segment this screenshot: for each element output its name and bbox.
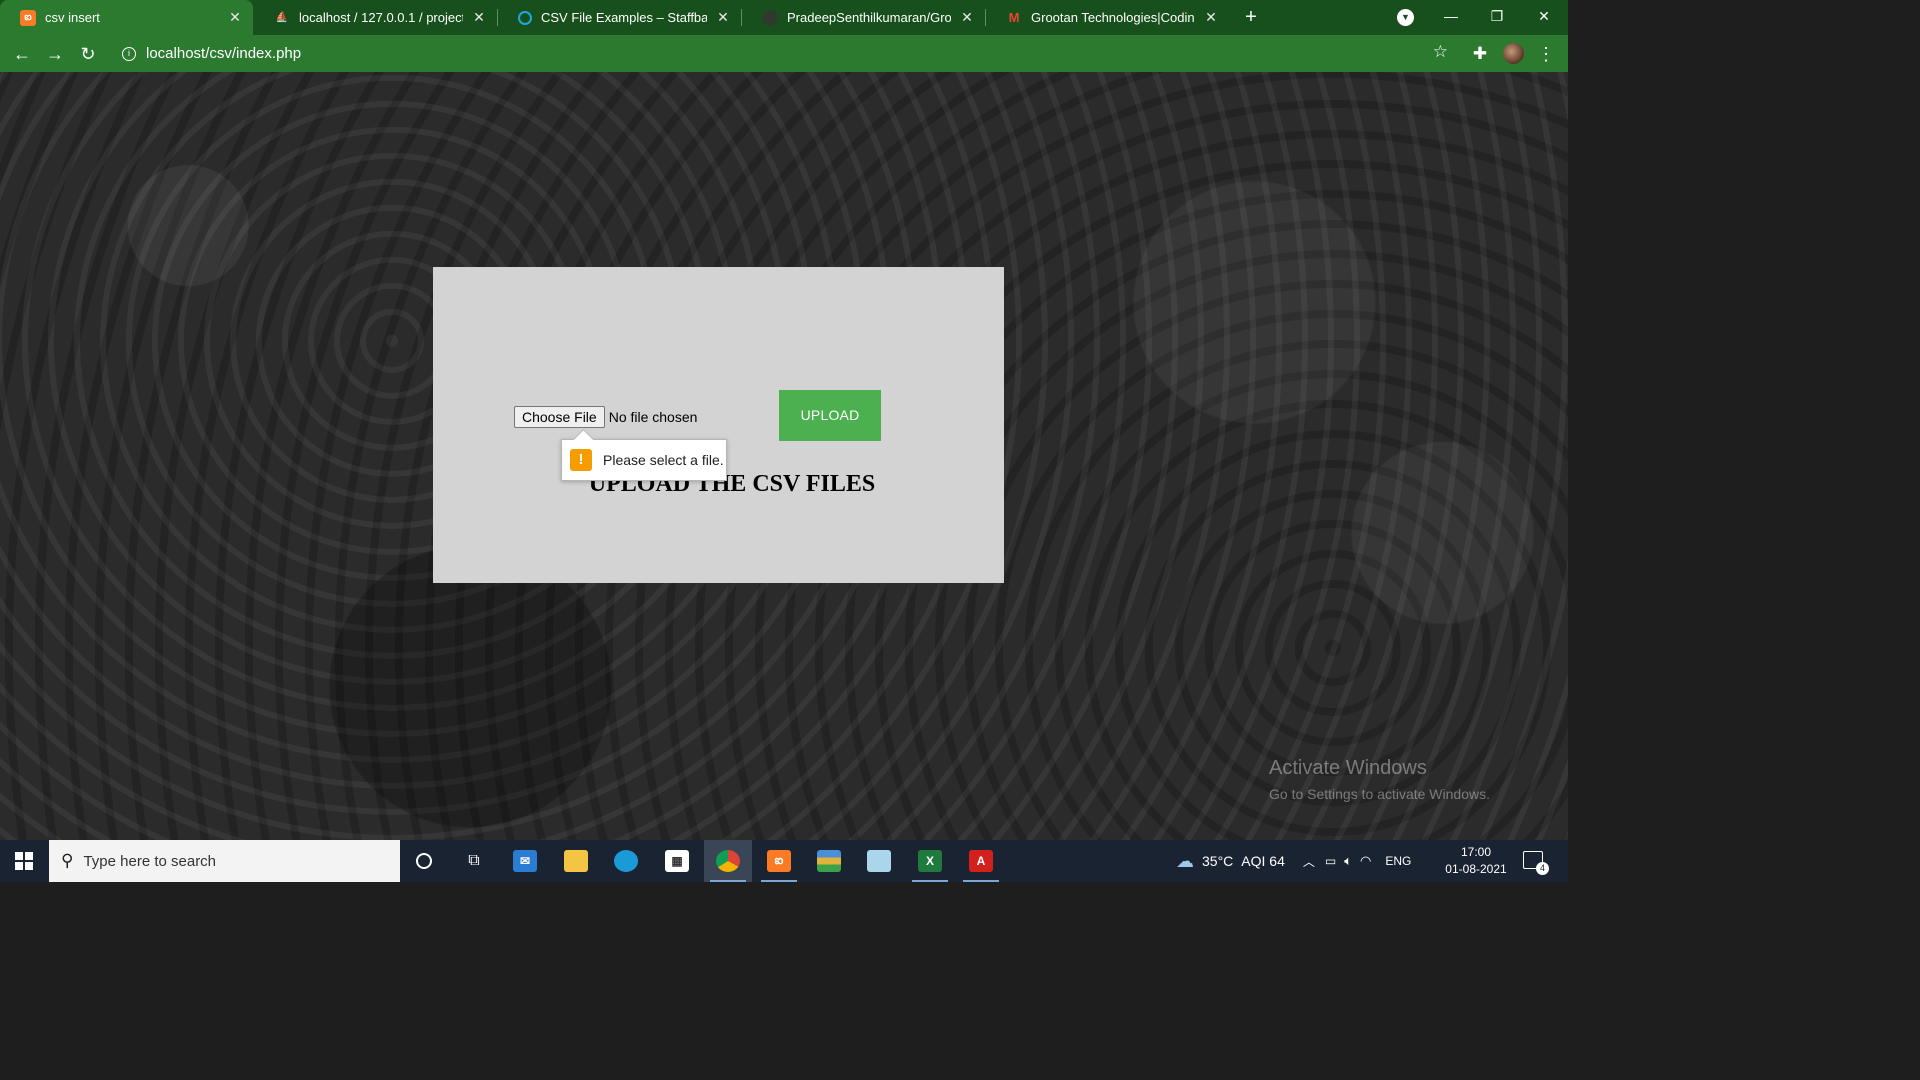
taskbar-notepad[interactable] (855, 840, 903, 882)
forward-arrow-icon[interactable]: → (41, 40, 69, 68)
weather-temp[interactable]: 35°C (1202, 853, 1233, 869)
taskbar-clock[interactable]: 17:00 01-08-2021 (1440, 844, 1512, 878)
tab-csv-insert[interactable]: ఐ csv insert ✕ (0, 0, 253, 35)
phpmyadmin-icon: ⛵ (275, 12, 289, 23)
cortana-button[interactable] (400, 840, 448, 882)
watermark-title: Activate Windows (1269, 757, 1427, 779)
close-tab-icon[interactable]: ✕ (1203, 9, 1219, 26)
warning-icon: ! (570, 449, 592, 471)
tab-title: Grootan Technologies|Coding Ro (1031, 10, 1195, 25)
cortana-circle-icon (416, 853, 432, 869)
staffbase-icon (518, 10, 532, 25)
taskbar-search[interactable]: ⚲ Type here to search (49, 840, 400, 882)
taskbar-acrobat[interactable]: A (957, 840, 1005, 882)
validation-message: Please select a file. (603, 452, 724, 468)
acrobat-icon: A (969, 850, 993, 872)
system-tray: ☁ 35°C AQI 64 ︿ ▭ 🔈︎ ◠ ENG (1176, 840, 1411, 882)
address-bar[interactable]: i localhost/csv/index.php ☆ (112, 39, 1464, 68)
tab-phpmyadmin[interactable]: ⛵ localhost / 127.0.0.1 / project / b ✕ (254, 0, 497, 35)
tab-title: csv insert (45, 10, 100, 25)
tab-title: localhost / 127.0.0.1 / project / b (299, 10, 463, 25)
site-info-icon[interactable]: i (122, 46, 136, 61)
notification-center-icon[interactable]: 4 (1523, 851, 1549, 875)
store-icon: ▦ (665, 850, 689, 872)
language-indicator[interactable]: ENG (1385, 854, 1411, 868)
bookmark-star-icon[interactable]: ☆ (1433, 42, 1448, 62)
profile-avatar[interactable] (1503, 43, 1524, 64)
github-icon (762, 9, 778, 26)
new-tab-button[interactable]: + (1240, 6, 1262, 28)
windows-logo-icon (15, 852, 33, 870)
close-tab-icon[interactable]: ✕ (471, 9, 487, 26)
volume-icon[interactable]: 🔈︎ (1344, 853, 1352, 869)
taskbar-xampp[interactable]: ఐ (755, 840, 803, 882)
activate-windows-watermark: Activate Windows Go to Settings to activ… (1269, 757, 1490, 802)
folder-icon (564, 850, 588, 872)
xampp-icon: ఐ (20, 9, 36, 26)
taskbar-mail[interactable]: ✉ (501, 840, 549, 882)
excel-icon: X (918, 850, 942, 872)
tab-title: PradeepSenthilkumaran/Grootan (787, 10, 951, 25)
close-window-button[interactable]: ✕ (1521, 0, 1567, 35)
browser-toolbar: ← → ↻ i localhost/csv/index.php ☆ ✚ ⋮ (0, 35, 1568, 72)
tab-staffbase[interactable]: CSV File Examples – Staffbase ✕ (498, 0, 741, 35)
reload-icon[interactable]: ↻ (74, 40, 102, 68)
clock-time: 17:00 (1460, 845, 1492, 859)
restore-button[interactable]: ❐ (1474, 0, 1520, 35)
mail-icon: ✉ (513, 850, 537, 872)
taskbar-excel[interactable]: X (906, 840, 954, 882)
watermark-subtitle: Go to Settings to activate Windows. (1269, 786, 1490, 802)
edge-icon (614, 850, 638, 872)
tab-search-icon[interactable]: ▼ (1397, 9, 1414, 26)
tab-strip: ఐ csv insert ✕ ⛵ localhost / 127.0.0.1 /… (0, 0, 1568, 35)
taskbar-edge[interactable] (602, 840, 650, 882)
tab-github[interactable]: PradeepSenthilkumaran/Grootan ✕ (742, 0, 985, 35)
xampp-icon: ఐ (767, 850, 791, 872)
file-status-text: No file chosen (608, 409, 698, 425)
task-view-button[interactable]: ⧉ (450, 840, 498, 882)
tray-chevron-icon[interactable]: ︿ (1303, 853, 1315, 870)
windows-taskbar: ⚲ Type here to search ⧉ ✉ ▦ ఐ X A ☁ 35°C… (0, 840, 1568, 882)
app-flag-icon (817, 850, 841, 872)
menu-dots-icon[interactable]: ⋮ (1532, 40, 1560, 68)
weather-aqi[interactable]: AQI 64 (1241, 853, 1285, 869)
close-tab-icon[interactable]: ✕ (959, 9, 975, 26)
taskbar-file-explorer[interactable] (552, 840, 600, 882)
upload-button[interactable]: UPLOAD (779, 390, 881, 441)
minimize-button[interactable]: — (1428, 0, 1474, 35)
chrome-icon (716, 850, 740, 872)
search-icon: ⚲ (61, 851, 74, 870)
gmail-icon: M (1008, 10, 1020, 25)
tab-title: CSV File Examples – Staffbase (541, 10, 707, 25)
start-button[interactable] (0, 840, 48, 882)
wifi-icon[interactable]: ◠ (1360, 853, 1371, 869)
weather-cloud-icon[interactable]: ☁ (1176, 851, 1194, 872)
clock-date: 01-08-2021 (1445, 862, 1507, 876)
back-arrow-icon[interactable]: ← (8, 40, 36, 68)
upload-panel: Choose File No file chosen UPLOAD UPLOAD… (433, 267, 1004, 583)
task-view-icon: ⧉ (468, 852, 480, 869)
url-text[interactable]: localhost/csv/index.php (146, 45, 301, 62)
taskbar-app-flag[interactable] (805, 840, 853, 882)
tab-gmail[interactable]: M Grootan Technologies|Coding Ro ✕ (986, 0, 1229, 35)
validation-tooltip: ! Please select a file. (561, 439, 727, 481)
choose-file-button[interactable]: Choose File (514, 406, 605, 428)
taskbar-chrome[interactable] (704, 840, 752, 882)
battery-icon[interactable]: ▭ (1325, 854, 1336, 868)
taskbar-store[interactable]: ▦ (653, 840, 701, 882)
search-placeholder: Type here to search (83, 852, 217, 870)
notepad-icon (867, 850, 891, 872)
file-input[interactable]: Choose File No file chosen (514, 406, 697, 428)
page-background: Choose File No file chosen UPLOAD UPLOAD… (0, 72, 1568, 840)
notification-count-badge: 4 (1536, 862, 1549, 875)
close-tab-icon[interactable]: ✕ (715, 9, 731, 26)
close-tab-icon[interactable]: ✕ (227, 9, 243, 26)
extensions-icon[interactable]: ✚ (1466, 40, 1494, 68)
